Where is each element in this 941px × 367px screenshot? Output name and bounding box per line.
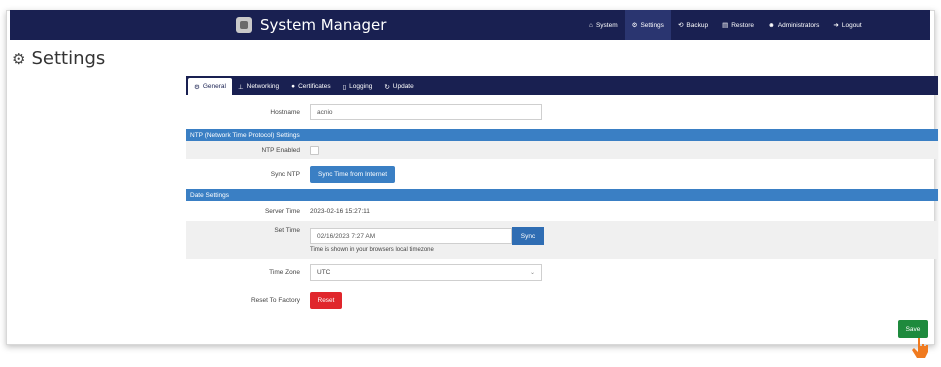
certificate-icon: ● (291, 83, 296, 90)
network-icon: ⊥ (237, 83, 244, 91)
nav-item-label: Administrators (777, 21, 820, 29)
nav-item-settings[interactable]: ⚙ Settings (624, 10, 671, 40)
top-navbar: System Manager ⌂ System ⚙ Settings ⟲ Bac… (10, 10, 930, 40)
hostname-row: Hostname acnio (186, 95, 938, 129)
app-title: System Manager (260, 16, 387, 34)
ntp-section-header: NTP (Network Time Protocol) Settings (186, 129, 938, 141)
time-zone-label: Time Zone (269, 268, 300, 276)
nav-item-logout[interactable]: ➜ Logout (826, 10, 868, 40)
date-section-header: Date Settings (186, 189, 938, 201)
reset-row: Reset To Factory Reset (186, 285, 938, 315)
sync-ntp-label: Sync NTP (270, 170, 300, 178)
nav-item-backup[interactable]: ⟲ Backup (671, 10, 715, 40)
restore-icon: ▤ (722, 22, 729, 29)
nav-item-label: Backup (686, 21, 709, 29)
main-nav: ⌂ System ⚙ Settings ⟲ Backup ▤ Restore ☻… (582, 10, 869, 40)
reset-label: Reset To Factory (250, 296, 300, 304)
tab-label: Logging (349, 83, 373, 90)
tab-label: Update (392, 83, 414, 90)
time-zone-row: Time Zone UTC ⌄ (186, 259, 938, 285)
cursor-hand-icon (912, 338, 928, 358)
reset-button[interactable]: Reset (310, 291, 342, 309)
users-icon: ☻ (768, 21, 775, 29)
settings-tabs: ⚙ General ⊥ Networking ● Certificates ▯ … (186, 76, 938, 95)
page-title-text: Settings (31, 48, 106, 69)
nav-item-system[interactable]: ⌂ System (582, 10, 625, 40)
set-time-label: Set Time (274, 227, 300, 234)
nav-item-label: Logout (841, 21, 862, 29)
nav-item-label: System (595, 21, 618, 29)
backup-icon: ⟲ (677, 22, 684, 29)
time-zone-value: UTC (317, 268, 331, 276)
gears-icon: ⚙ (12, 50, 26, 68)
time-zone-select[interactable]: UTC ⌄ (310, 263, 542, 281)
tab-logging[interactable]: ▯ Logging (337, 78, 379, 95)
tab-networking[interactable]: ⊥ Networking (232, 78, 285, 95)
server-time-value: 2023-02-16 15:27:11 (310, 207, 370, 215)
timezone-hint: Time is shown in your browsers local tim… (310, 247, 434, 253)
set-time-row: Set Time 02/16/2023 7:27 AM Sync Time is… (186, 221, 938, 259)
server-time-row: Server Time 2023-02-16 15:27:11 (186, 201, 938, 221)
gears-icon: ⚙ (631, 22, 638, 29)
nav-item-restore[interactable]: ▤ Restore (715, 10, 761, 40)
chevron-down-icon: ⌄ (529, 269, 535, 276)
tab-label: Networking (246, 83, 280, 90)
ntp-enabled-row: NTP Enabled (186, 141, 938, 159)
tab-general[interactable]: ⚙ General (188, 78, 232, 95)
tab-update[interactable]: ↻ Update (378, 78, 419, 95)
set-time-input[interactable]: 02/16/2023 7:27 AM (310, 228, 512, 244)
brand: System Manager (236, 10, 386, 40)
server-time-label: Server Time (264, 207, 300, 215)
general-settings-form: Hostname acnio NTP (Network Time Protoco… (186, 95, 938, 315)
logout-icon: ➜ (833, 22, 839, 29)
tab-label: Certificates (298, 83, 331, 90)
sync-ntp-row: Sync NTP Sync Time from Internet (186, 159, 938, 189)
ntp-enabled-label: NTP Enabled (261, 146, 300, 154)
hostname-label: Hostname (270, 108, 300, 116)
sync-time-from-internet-button[interactable]: Sync Time from Internet (310, 165, 395, 183)
nav-item-label: Settings (640, 21, 664, 29)
gears-icon: ⚙ (194, 83, 200, 91)
tab-label: General (202, 83, 226, 90)
page-title: ⚙ Settings (12, 48, 105, 69)
file-icon: ▯ (342, 83, 347, 91)
tab-certificates[interactable]: ● Certificates (285, 78, 336, 95)
ntp-enabled-checkbox[interactable] (310, 145, 319, 155)
refresh-icon: ↻ (384, 83, 390, 91)
home-icon: ⌂ (589, 21, 593, 29)
hostname-input[interactable]: acnio (310, 104, 542, 120)
sync-button[interactable]: Sync (512, 227, 544, 245)
nav-item-label: Restore (731, 21, 754, 29)
nav-item-administrators[interactable]: ☻ Administrators (761, 10, 826, 40)
server-logo-icon (236, 17, 252, 33)
